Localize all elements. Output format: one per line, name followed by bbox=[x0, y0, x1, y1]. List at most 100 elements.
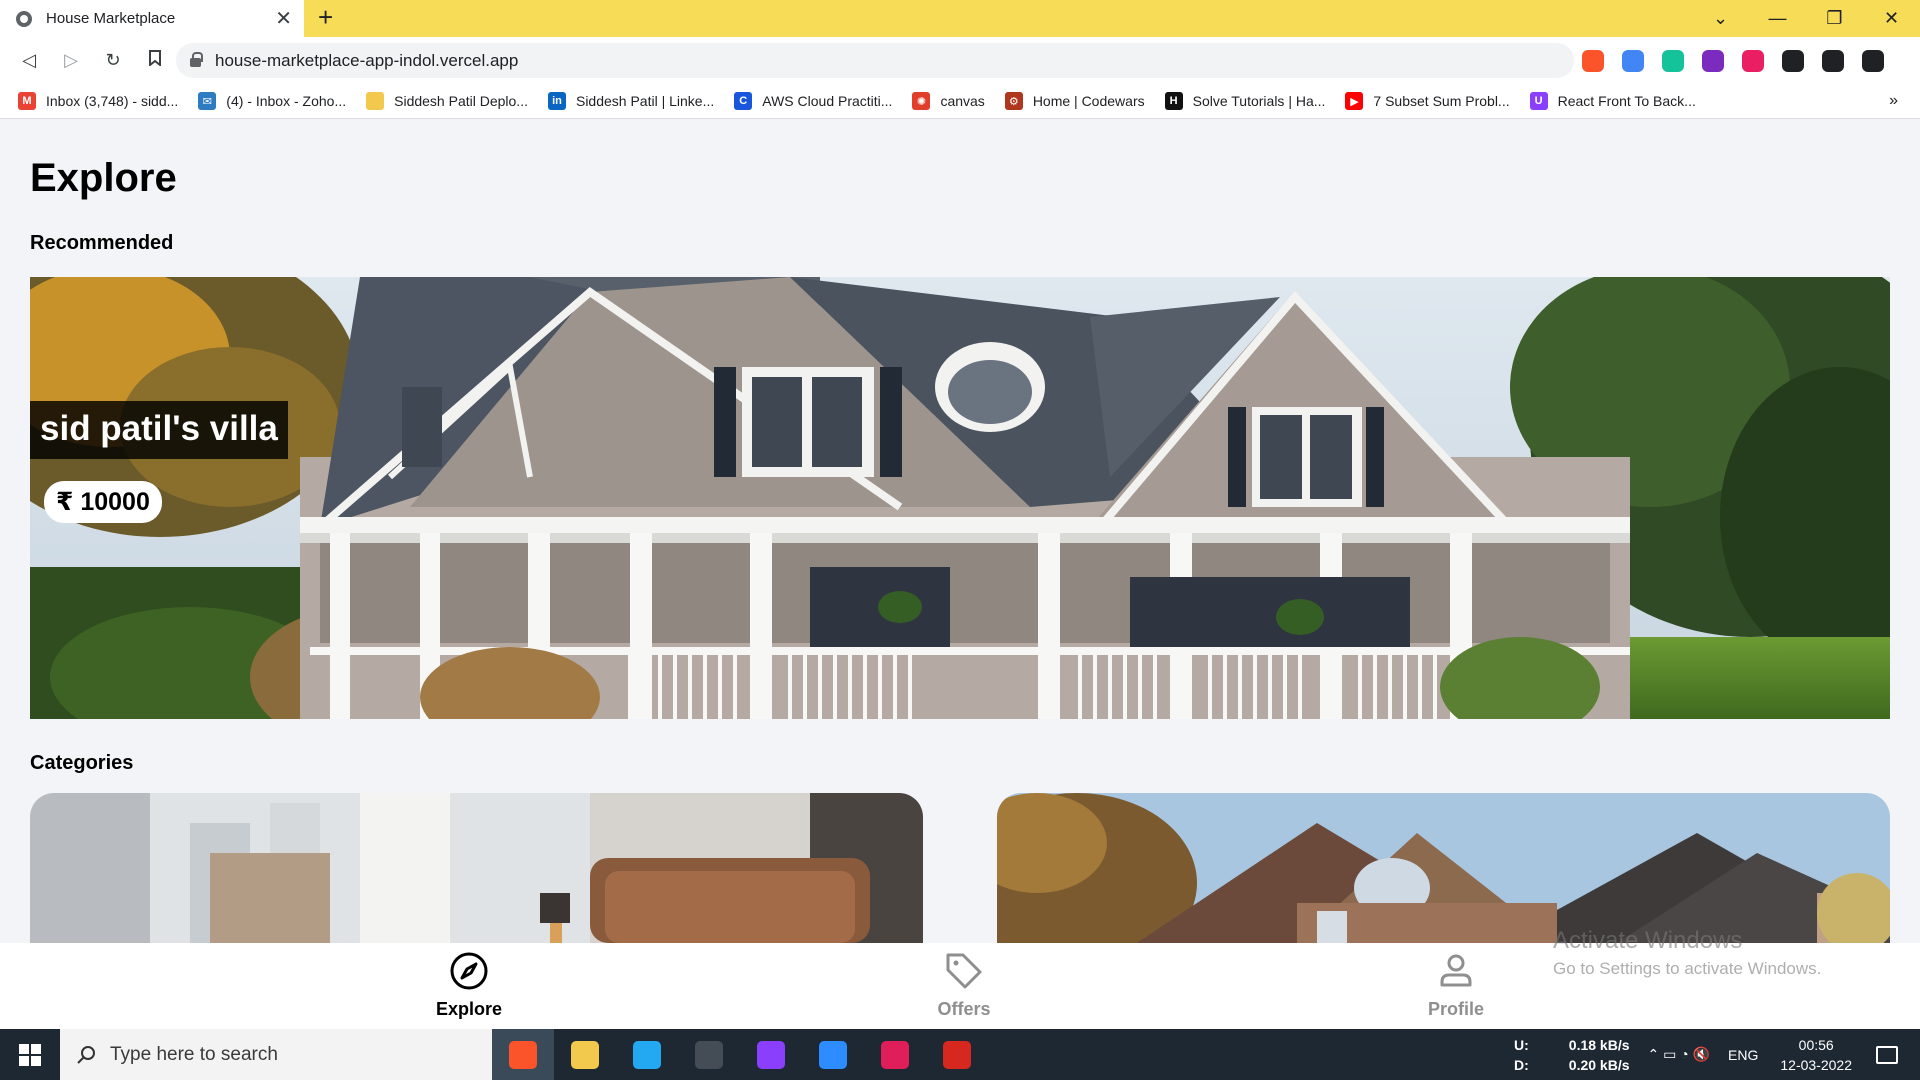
bookmark-label: Solve Tutorials | Ha... bbox=[1192, 93, 1326, 109]
brave-shields-icon[interactable] bbox=[1582, 49, 1604, 72]
tag-icon bbox=[946, 953, 982, 989]
terminal-icon bbox=[695, 1040, 723, 1069]
person-icon bbox=[1440, 954, 1472, 987]
taskbar-search-input[interactable]: Type here to search bbox=[60, 1029, 492, 1080]
category-card-rent[interactable] bbox=[30, 793, 923, 943]
category-card-sale[interactable] bbox=[997, 793, 1890, 943]
taskbar-app[interactable] bbox=[864, 1029, 926, 1080]
windows-logo-icon bbox=[19, 1043, 41, 1066]
screen-recorder-icon[interactable] bbox=[1702, 49, 1724, 72]
bookmark-icon[interactable] bbox=[134, 50, 176, 71]
bookmark-item[interactable]: ✺ canvas bbox=[912, 92, 985, 110]
system-tray: U: D: 0.18 kB/s 0.20 kB/s ⌃ ▭ ◔ 🔇 ENG 00… bbox=[1514, 1029, 1920, 1080]
download-label: D: bbox=[1514, 1056, 1529, 1073]
gmail-icon: M bbox=[18, 92, 36, 110]
lock-icon bbox=[190, 52, 203, 67]
acrobat-icon bbox=[943, 1040, 971, 1069]
codewars-icon: ⚙ bbox=[1004, 92, 1023, 110]
categories-heading: Categories bbox=[30, 752, 134, 774]
bookmark-label: 7 Subset Sum Probl... bbox=[1373, 93, 1510, 109]
tab-title: House Marketplace bbox=[46, 10, 176, 27]
extension-toolbar bbox=[1582, 37, 1884, 84]
upload-speed: 0.18 kB/s bbox=[1568, 1036, 1630, 1053]
vscode-icon bbox=[633, 1040, 661, 1069]
back-button[interactable]: ◁ bbox=[8, 50, 50, 71]
canvas-icon: ✺ bbox=[912, 92, 931, 110]
close-window-button[interactable]: ✕ bbox=[1863, 8, 1920, 29]
bookmark-item[interactable]: ▶ 7 Subset Sum Probl... bbox=[1345, 92, 1510, 110]
nav-offers-label: Offers bbox=[937, 999, 991, 1019]
taskbar-app[interactable] bbox=[492, 1029, 554, 1080]
tab-search-icon[interactable]: ⌄ bbox=[1692, 8, 1749, 29]
udemy-icon: U bbox=[1529, 92, 1548, 110]
new-tab-button[interactable]: + bbox=[318, 4, 333, 30]
close-tab-icon[interactable]: ✕ bbox=[275, 9, 292, 29]
bookmark-label: Home | Codewars bbox=[1032, 93, 1145, 109]
taskbar-app[interactable] bbox=[802, 1029, 864, 1080]
bookmark-item[interactable]: C AWS Cloud Practiti... bbox=[734, 92, 892, 110]
page-title: Explore bbox=[30, 156, 177, 200]
color-picker-icon[interactable] bbox=[1742, 49, 1764, 72]
bookmark-item[interactable]: U React Front To Back... bbox=[1529, 92, 1696, 110]
nav-offers[interactable]: Offers bbox=[894, 951, 1034, 1020]
taskbar-apps bbox=[492, 1029, 988, 1080]
bookmark-item[interactable]: ⚙ Home | Codewars bbox=[1004, 92, 1145, 110]
linkedin-icon: in bbox=[547, 92, 566, 110]
bookmark-item[interactable]: H Solve Tutorials | Ha... bbox=[1164, 92, 1326, 110]
bookmark-item[interactable]: in Siddesh Patil | Linke... bbox=[547, 92, 715, 110]
language-indicator[interactable]: ENG bbox=[1728, 1047, 1758, 1063]
brave-browser-icon bbox=[509, 1040, 537, 1069]
browser-tab-active[interactable]: House Marketplace ✕ bbox=[0, 0, 304, 37]
github-desktop-icon bbox=[757, 1040, 785, 1069]
taskbar-app[interactable] bbox=[554, 1029, 616, 1080]
slack-icon bbox=[881, 1040, 909, 1069]
windows-taskbar: Type here to search U: D: 0.18 kB/s 0.20… bbox=[0, 1029, 1920, 1080]
browser-tab-strip: House Marketplace ✕ + ⌄ — ❐ ✕ bbox=[0, 0, 1920, 37]
restore-button[interactable]: ❐ bbox=[1806, 8, 1863, 29]
zoom-icon bbox=[819, 1040, 847, 1069]
globe-icon bbox=[16, 10, 32, 27]
slide-title[interactable]: sid patil's villa bbox=[30, 401, 288, 459]
tray-icons[interactable]: ⌃ ▭ ◔ 🔇 bbox=[1648, 1046, 1711, 1063]
nav-profile[interactable]: Profile bbox=[1386, 951, 1526, 1020]
grammarly-icon[interactable] bbox=[1662, 49, 1684, 72]
puzzle-icon[interactable] bbox=[1782, 49, 1804, 72]
taskbar-app[interactable] bbox=[616, 1029, 678, 1080]
start-button[interactable] bbox=[0, 1029, 60, 1080]
menu-icon[interactable] bbox=[1862, 49, 1884, 72]
taskbar-app[interactable] bbox=[926, 1029, 988, 1080]
taskbar-app[interactable] bbox=[740, 1029, 802, 1080]
bookmark-label: Inbox (3,748) - sidd... bbox=[46, 93, 179, 109]
translate-icon[interactable] bbox=[1622, 49, 1644, 72]
bookmark-item[interactable]: Siddesh Patil Deplo... bbox=[366, 92, 528, 110]
download-speed: 0.20 kB/s bbox=[1568, 1056, 1630, 1073]
minimize-button[interactable]: — bbox=[1749, 8, 1806, 29]
network-speed-labels: U: D: bbox=[1514, 1035, 1529, 1075]
bookmark-label: Siddesh Patil | Linke... bbox=[575, 93, 715, 109]
reload-button[interactable]: ↻ bbox=[92, 50, 134, 71]
bookmark-label: React Front To Back... bbox=[1557, 93, 1696, 109]
wallet-icon[interactable] bbox=[1822, 49, 1844, 72]
notification-icon[interactable] bbox=[1876, 1045, 1898, 1064]
bookmark-item[interactable]: M Inbox (3,748) - sidd... bbox=[18, 92, 178, 110]
file-explorer-icon bbox=[571, 1040, 599, 1069]
bookmark-label: AWS Cloud Practiti... bbox=[762, 93, 893, 109]
aws-cloud-icon: C bbox=[734, 92, 753, 110]
recommended-slider[interactable]: sid patil's villa ₹ 10000 bbox=[30, 277, 1890, 719]
window-controls: ⌄ — ❐ ✕ bbox=[1692, 0, 1920, 37]
upload-label: U: bbox=[1514, 1036, 1529, 1053]
recommended-heading: Recommended bbox=[30, 232, 174, 254]
app-page: Explore Recommended sid patil's villa ₹ … bbox=[0, 120, 1920, 943]
slide-price-badge: ₹ 10000 bbox=[44, 481, 162, 523]
hackerrank-icon: H bbox=[1164, 92, 1183, 110]
bookmarks-overflow-button[interactable]: » bbox=[1889, 92, 1898, 110]
clock[interactable]: 00:56 12-03-2022 bbox=[1780, 1035, 1852, 1075]
url-input[interactable]: house-marketplace-app-indol.vercel.app bbox=[176, 43, 1574, 78]
taskbar-app[interactable] bbox=[678, 1029, 740, 1080]
bookmark-item[interactable]: ✉ (4) - Inbox - Zoho... bbox=[198, 92, 346, 110]
clock-date: 12-03-2022 bbox=[1780, 1056, 1852, 1073]
forward-button[interactable]: ▷ bbox=[50, 50, 92, 71]
nav-explore[interactable]: Explore bbox=[399, 951, 539, 1020]
nav-explore-label: Explore bbox=[435, 999, 503, 1019]
bookmarks-bar: M Inbox (3,748) - sidd... ✉ (4) - Inbox - Z… bbox=[0, 84, 1920, 119]
